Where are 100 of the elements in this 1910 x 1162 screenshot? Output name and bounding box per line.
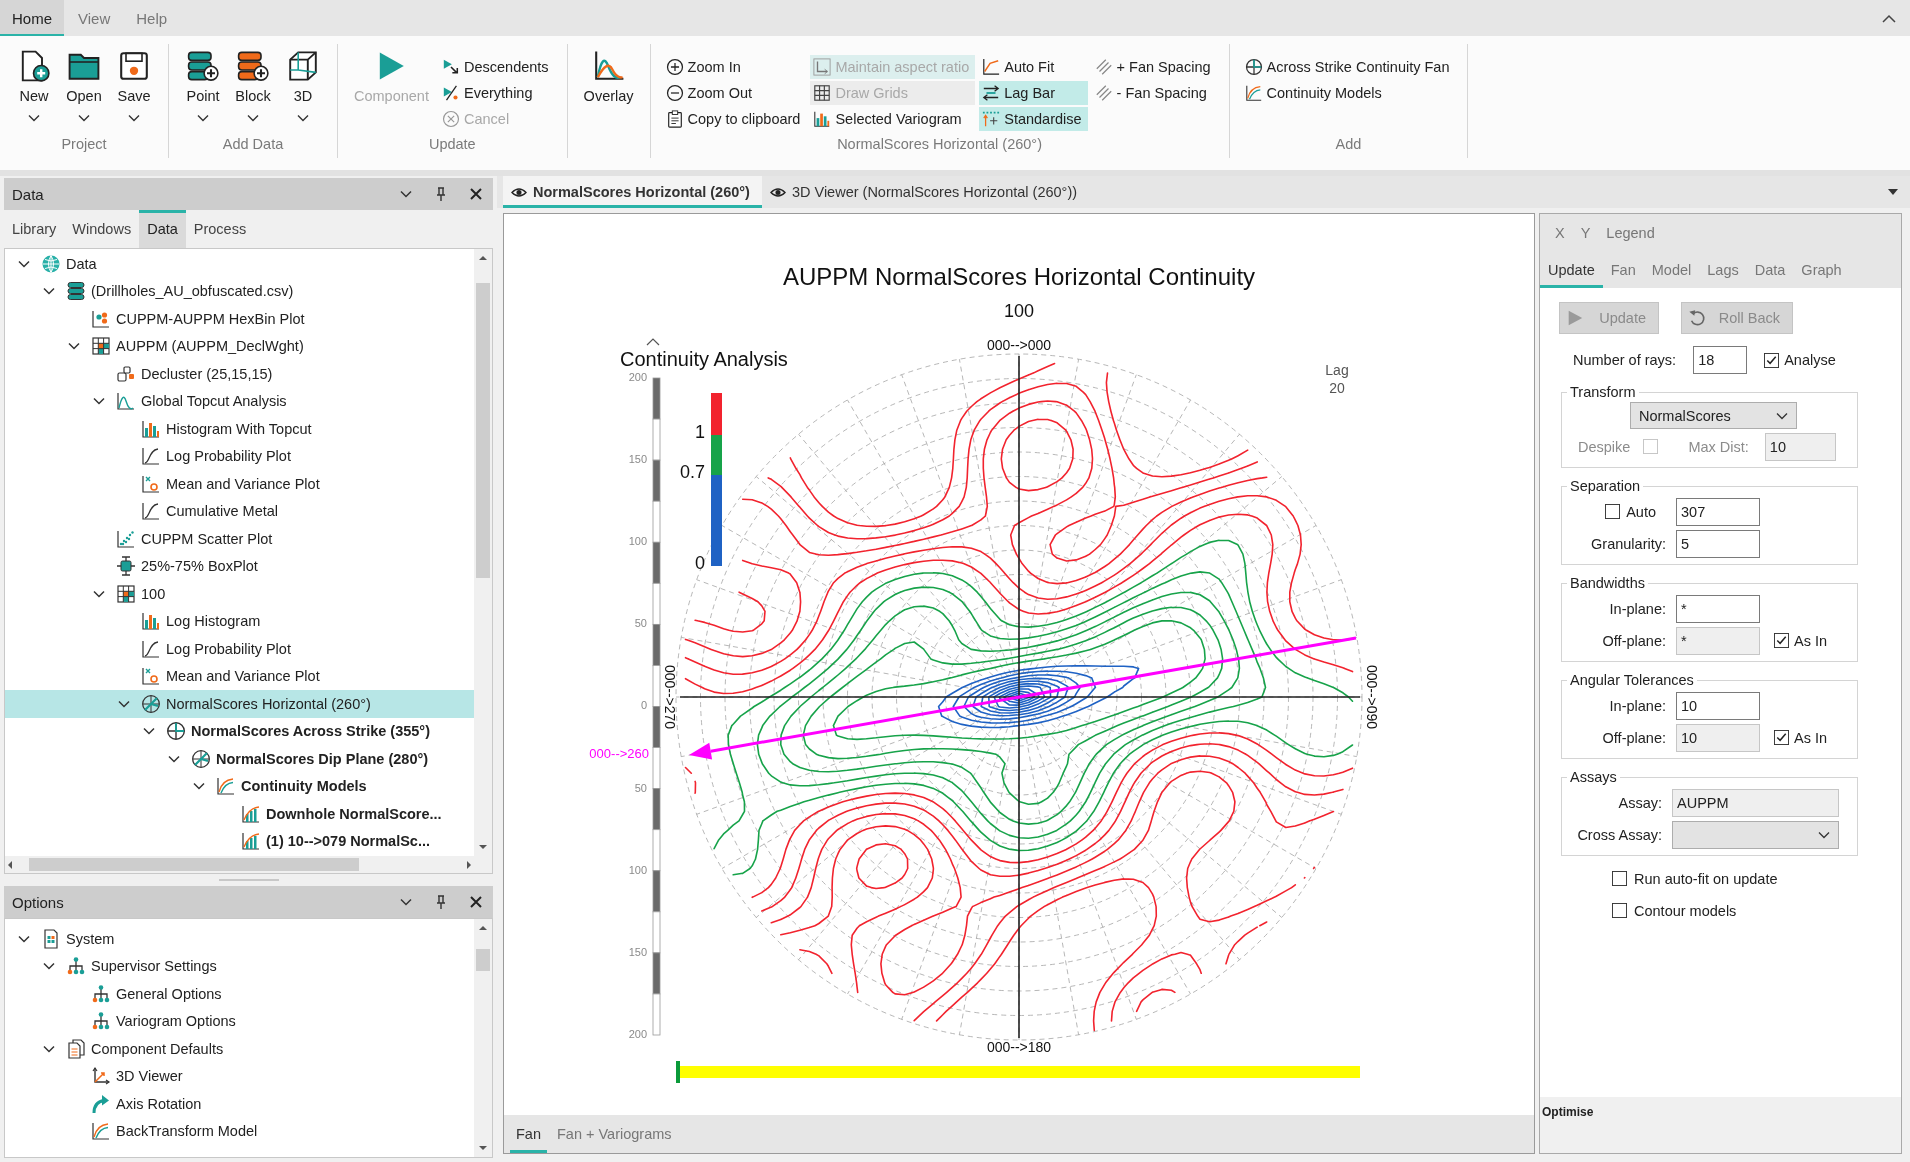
tree-item[interactable]: Log Probability Plot [5, 635, 474, 663]
ribbon-button[interactable]: Block [231, 44, 275, 122]
panel-tab[interactable]: Data [139, 210, 186, 248]
tree-item[interactable]: Cumulative Metal [5, 497, 474, 525]
input-field[interactable]: 10 [1676, 691, 1760, 720]
input-field[interactable]: 18 [1693, 346, 1748, 374]
chart-tab[interactable]: Fan [510, 1115, 547, 1153]
arrow-up-icon[interactable] [478, 923, 488, 933]
panel-tab[interactable]: Library [4, 210, 65, 248]
tree-item[interactable]: BackTransform Model [5, 1117, 474, 1145]
tree-item[interactable]: Global Topcut Analysis [5, 387, 474, 415]
chevron-down-icon[interactable] [78, 114, 90, 122]
panel-tab[interactable]: Process [185, 210, 255, 248]
tree-item[interactable]: NormalScores Horizontal (260°) [5, 690, 474, 718]
tree-item[interactable]: 25%-75% BoxPlot [5, 552, 474, 580]
tree-item[interactable]: AUPPM (AUPPM_DeclWght) [5, 332, 474, 360]
ribbon-button[interactable]: Auto Fit [979, 55, 1088, 79]
tree-item[interactable]: Decluster (25,15,15) [5, 360, 474, 388]
checkbox[interactable] [1612, 871, 1627, 886]
arrow-up-icon[interactable] [478, 253, 488, 263]
scrollbar[interactable] [5, 856, 492, 873]
scrollbar-thumb[interactable] [29, 858, 359, 871]
arrow-down-icon[interactable] [478, 1143, 488, 1153]
ribbon-button[interactable]: Zoom Out [662, 81, 807, 105]
panel-tab[interactable]: Update [1540, 251, 1603, 288]
arrow-right-icon[interactable] [464, 859, 474, 870]
panel-tab[interactable]: Windows [64, 210, 140, 248]
close-icon[interactable] [469, 895, 483, 909]
tree-item[interactable]: Supervisor Settings [5, 952, 474, 980]
tree-item[interactable]: Component Defaults [5, 1035, 474, 1063]
menu-tab[interactable]: View [66, 0, 123, 36]
panel-tab[interactable]: Legend [1598, 214, 1663, 251]
tree-item[interactable]: 100 [5, 580, 474, 608]
ribbon-button[interactable]: 3D [281, 44, 325, 122]
panel-tab[interactable]: Y [1572, 214, 1599, 251]
ribbon-button[interactable]: Everything [438, 81, 555, 105]
tree-item[interactable]: Log Histogram [5, 607, 474, 635]
chevron-down-icon[interactable] [297, 114, 309, 122]
caret-up-icon[interactable] [646, 338, 660, 346]
chevron-down-icon[interactable] [247, 114, 259, 122]
ribbon-button[interactable]: + Fan Spacing [1091, 55, 1217, 79]
panel-tab[interactable]: X [1547, 214, 1573, 251]
ribbon-button[interactable]: Zoom In [662, 55, 807, 79]
ribbon-button[interactable]: Open [62, 44, 106, 122]
ribbon-button[interactable]: New [12, 44, 56, 122]
scrollbar-thumb[interactable] [476, 283, 490, 578]
tree-item[interactable]: Axis Rotation [5, 1090, 474, 1118]
ribbon-button[interactable]: Across Strike Continuity Fan [1241, 55, 1456, 79]
tree-item[interactable]: Variogram Options [5, 1007, 474, 1035]
tree-item[interactable]: Histogram With Topcut [5, 415, 474, 443]
panel-tab[interactable]: Lags [1699, 251, 1747, 288]
tree-item[interactable]: Log Probability Plot [5, 442, 474, 470]
ribbon-button[interactable]: Overlay [579, 44, 638, 104]
close-icon[interactable] [469, 187, 483, 201]
menu-tab[interactable]: Home [0, 0, 64, 36]
tree-item[interactable]: Mean and Variance Plot [5, 662, 474, 690]
tree-item[interactable]: Mean and Variance Plot [5, 470, 474, 498]
tree-item[interactable]: Continuity Models [5, 772, 474, 800]
ribbon-button[interactable]: Copy to clipboard [662, 107, 807, 131]
tree-item[interactable]: Downhole NormalScore... [5, 800, 474, 828]
tree-item[interactable]: NormalScores Dip Plane (280°) [5, 745, 474, 773]
checkbox[interactable] [1764, 352, 1780, 368]
checkbox[interactable] [1605, 504, 1621, 519]
ribbon-button[interactable]: Selected Variogram [810, 107, 976, 131]
tree-item[interactable]: 3D Viewer [5, 1062, 474, 1090]
tree-item[interactable]: NormalScores Across Strike (355°) [5, 717, 474, 745]
scrollbar[interactable] [474, 249, 492, 856]
panel-tab[interactable]: Model [1643, 251, 1700, 288]
chevron-down-icon[interactable] [197, 114, 209, 122]
ribbon-button[interactable]: Descendents [438, 55, 555, 79]
caret-up-icon[interactable] [1882, 13, 1896, 23]
panel-tab[interactable]: Fan [1602, 251, 1644, 288]
document-tab[interactable]: 3D Viewer (NormalScores Horizontal (260°)) [761, 176, 1090, 208]
tree-item[interactable]: (Drillholes_AU_obfuscated.csv) [5, 277, 474, 305]
pin-icon[interactable] [434, 895, 448, 909]
ribbon-button[interactable]: Continuity Models [1241, 81, 1456, 105]
toggle-button[interactable]: Standardise [979, 107, 1088, 131]
chevron-down-icon[interactable] [128, 114, 140, 122]
input-field[interactable]: 5 [1676, 529, 1760, 558]
ribbon-button[interactable]: Point [181, 44, 225, 122]
scrollbar-thumb[interactable] [476, 949, 490, 971]
menu-tab[interactable]: Help [124, 0, 180, 36]
document-tab[interactable]: NormalScores Horizontal (260°) [503, 176, 762, 208]
ribbon-button[interactable]: - Fan Spacing [1091, 81, 1217, 105]
chart-tab[interactable]: Fan + Variograms [551, 1115, 678, 1153]
checkbox[interactable] [1774, 730, 1789, 745]
dropdown[interactable]: NormalScores [1630, 402, 1797, 429]
checkbox[interactable] [1774, 633, 1789, 648]
input-field[interactable]: 307 [1676, 497, 1760, 526]
input-field[interactable]: * [1676, 594, 1760, 623]
toggle-button[interactable]: Lag Bar [979, 81, 1088, 105]
checkbox[interactable] [1612, 903, 1627, 918]
panel-tab[interactable]: Graph [1793, 251, 1850, 288]
ribbon-button[interactable]: Save [112, 44, 156, 122]
tree-item[interactable]: Data [5, 250, 474, 278]
scrollbar[interactable] [474, 919, 492, 1157]
tree-item[interactable]: General Options [5, 980, 474, 1008]
arrow-down-icon[interactable] [478, 842, 488, 852]
tree-item[interactable]: System [5, 925, 474, 953]
chevron-down-icon[interactable] [28, 114, 40, 122]
